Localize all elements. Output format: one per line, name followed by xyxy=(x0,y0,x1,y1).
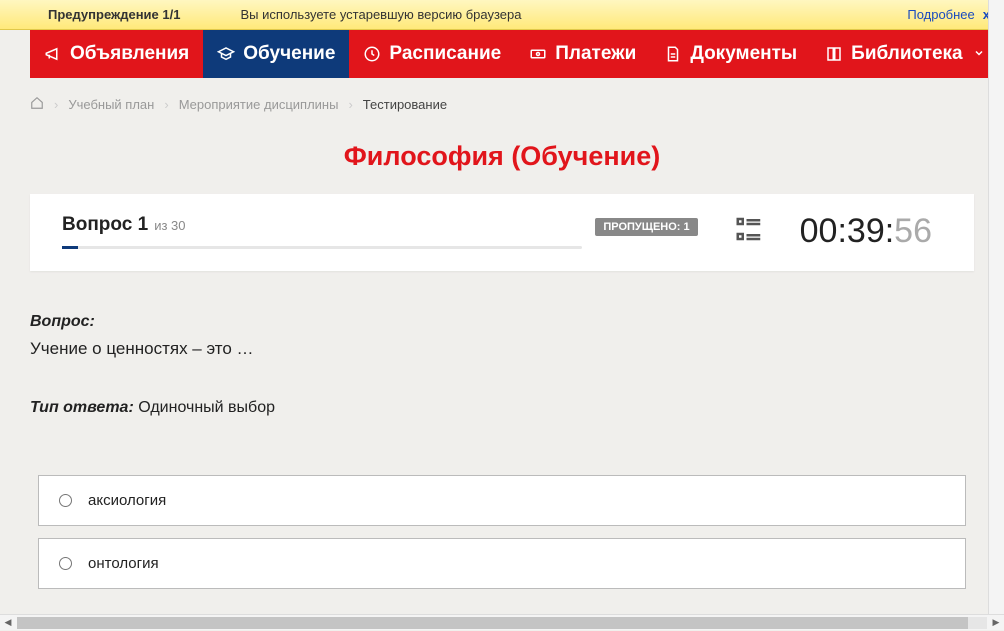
nav-announcements[interactable]: Объявления xyxy=(30,30,203,78)
nav-learning[interactable]: Обучение xyxy=(203,30,349,78)
warning-more-link[interactable]: Подробнее xyxy=(907,7,974,22)
scroll-thumb[interactable] xyxy=(17,617,968,629)
nav-schedule[interactable]: Расписание xyxy=(349,30,515,78)
vertical-scrollbar[interactable] xyxy=(988,0,1004,614)
status-panel: Вопрос 1 из 30 ПРОПУЩЕНО: 1 00:39:56 xyxy=(30,194,974,271)
answer-type-label: Тип ответа: xyxy=(30,399,134,416)
answer-text: аксиология xyxy=(88,492,166,509)
skipped-badge: ПРОПУЩЕНО: 1 xyxy=(595,218,697,236)
home-icon[interactable] xyxy=(30,96,44,113)
progress-fill xyxy=(62,246,78,249)
megaphone-icon xyxy=(44,45,62,63)
answer-type: Тип ответа: Одиночный выбор xyxy=(30,399,974,417)
answer-option[interactable]: онтология xyxy=(38,538,966,589)
nav-documents[interactable]: Документы xyxy=(650,30,811,78)
answer-option[interactable]: аксиология xyxy=(38,475,966,526)
question-list-icon[interactable] xyxy=(734,214,764,249)
nav-label: Объявления xyxy=(70,43,189,65)
timer-main: 00:39: xyxy=(800,212,895,251)
warning-message: Вы используете устаревшую версию браузер… xyxy=(240,7,907,22)
timer: 00:39:56 xyxy=(800,212,932,251)
progress-bar xyxy=(62,246,582,249)
chevron-right-icon: › xyxy=(348,97,352,112)
scroll-left-button[interactable]: ◀ xyxy=(0,615,16,631)
nav-label: Обучение xyxy=(243,43,335,65)
nav-label: Платежи xyxy=(555,43,636,65)
question-text: Учение о ценностях – это … xyxy=(30,339,974,359)
chevron-right-icon: › xyxy=(54,97,58,112)
page-title: Философия (Обучение) xyxy=(0,141,1004,172)
main-nav: Объявления Обучение Расписание Платежи Д… xyxy=(30,30,974,78)
scroll-track[interactable] xyxy=(17,617,987,629)
horizontal-scrollbar[interactable]: ◀ ▶ xyxy=(0,614,1004,630)
chevron-right-icon: › xyxy=(164,97,168,112)
answer-radio[interactable] xyxy=(59,494,72,507)
browser-warning-bar: Предупреждение 1/1 Вы используете устаре… xyxy=(0,0,1004,30)
clock-icon xyxy=(363,45,381,63)
breadcrumb-curriculum[interactable]: Учебный план xyxy=(68,97,154,112)
answer-radio[interactable] xyxy=(59,557,72,570)
nav-label: Библиотека xyxy=(851,43,962,65)
chevron-down-icon xyxy=(973,43,985,65)
nav-payments[interactable]: Платежи xyxy=(515,30,650,78)
document-icon xyxy=(664,45,682,63)
answer-type-value: Одиночный выбор xyxy=(138,399,275,416)
warning-title: Предупреждение 1/1 xyxy=(48,7,180,22)
question-total: из 30 xyxy=(154,218,185,233)
nav-library[interactable]: Библиотека xyxy=(811,30,998,78)
nav-label: Расписание xyxy=(389,43,501,65)
answers-list: аксиология онтология xyxy=(30,475,974,589)
answer-text: онтология xyxy=(88,555,159,572)
timer-seconds: 56 xyxy=(894,212,932,251)
scroll-right-button[interactable]: ▶ xyxy=(988,615,1004,631)
question-number: Вопрос 1 xyxy=(62,214,148,236)
nav-label: Документы xyxy=(690,43,797,65)
breadcrumb-discipline-event[interactable]: Мероприятие дисциплины xyxy=(179,97,339,112)
book-icon xyxy=(825,45,843,63)
breadcrumb: › Учебный план › Мероприятие дисциплины … xyxy=(30,96,974,113)
question-content: Вопрос: Учение о ценностях – это … Тип о… xyxy=(30,313,974,417)
question-label: Вопрос: xyxy=(30,313,974,331)
graduation-cap-icon xyxy=(217,45,235,63)
banknote-icon xyxy=(529,45,547,63)
breadcrumb-testing: Тестирование xyxy=(363,97,447,112)
